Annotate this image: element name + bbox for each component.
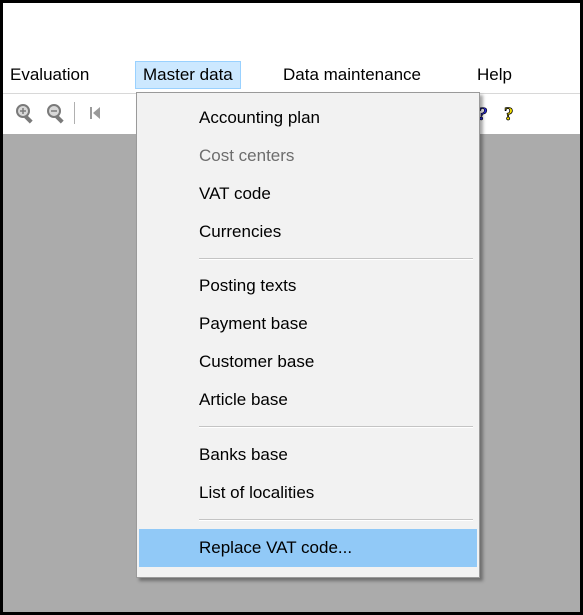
menu-item-customer-base[interactable]: Customer base (139, 343, 477, 381)
zoom-out-icon[interactable] (45, 102, 67, 124)
menu-item-accounting-plan[interactable]: Accounting plan (139, 99, 477, 137)
menu-item-payment-base[interactable]: Payment base (139, 305, 477, 343)
menu-item-banks-base[interactable]: Banks base (139, 436, 477, 474)
menu-data-maintenance[interactable]: Data maintenance (276, 61, 428, 89)
menu-help[interactable]: Help (470, 61, 519, 89)
menu-item-vat-code[interactable]: VAT code (139, 175, 477, 213)
menu-item-cost-centers: Cost centers (199, 146, 295, 165)
menu-item-article-base[interactable]: Article base (139, 381, 477, 419)
svg-text:?: ? (504, 104, 514, 124)
menu-separator (199, 519, 473, 521)
help-icon[interactable]: ? (500, 102, 522, 126)
menu-item-list-of-localities[interactable]: List of localities (139, 474, 477, 512)
menu-item-posting-texts[interactable]: Posting texts (139, 267, 477, 305)
menu-master-data[interactable]: Master data (135, 61, 241, 89)
menu-separator (199, 258, 473, 260)
master-data-dropdown: Accounting plan Cost centers VAT code Cu… (136, 92, 480, 578)
menu-bar: Evaluation Master data Data maintenance … (3, 61, 580, 89)
zoom-in-icon[interactable] (14, 102, 36, 124)
toolbar-separator (74, 102, 75, 124)
menu-item-currencies[interactable]: Currencies (139, 213, 477, 251)
menu-item-replace-vat-code[interactable]: Replace VAT code... (139, 529, 477, 567)
menu-evaluation[interactable]: Evaluation (3, 61, 96, 89)
menu-separator (199, 426, 473, 428)
application-window: Evaluation Master data Data maintenance … (3, 3, 580, 612)
first-record-icon[interactable] (86, 102, 108, 124)
